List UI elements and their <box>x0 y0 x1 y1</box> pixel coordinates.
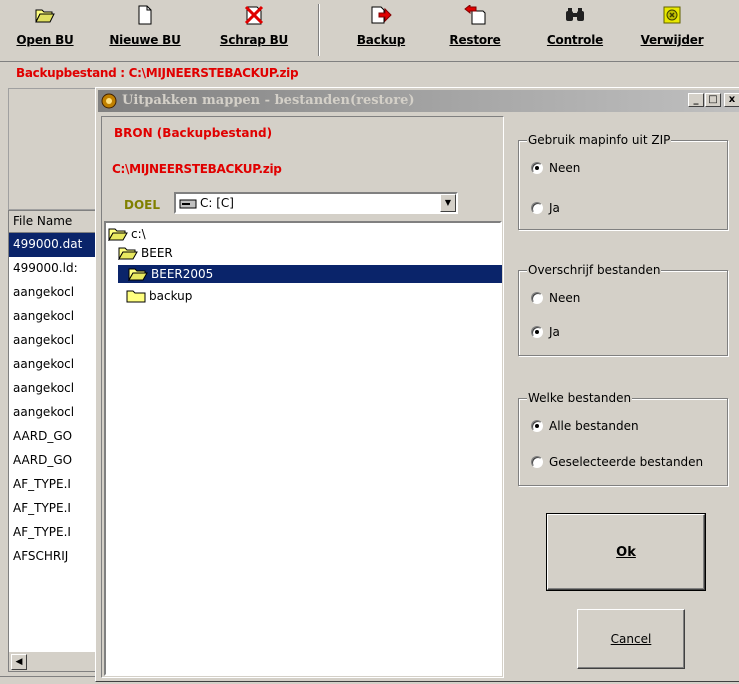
backup-arrow-icon <box>370 2 392 28</box>
background-panel <box>8 88 98 210</box>
file-list-row[interactable]: aangekocl <box>9 329 97 353</box>
folder-icon <box>126 290 146 303</box>
tree-item-beer2005[interactable]: BEER2005 <box>118 265 502 283</box>
open-bu-label: Open BU <box>16 33 74 47</box>
cancel-button[interactable]: Cancel <box>577 609 685 669</box>
radio-unselected-icon <box>531 456 543 468</box>
ok-label: Ok <box>616 544 636 560</box>
toolbar-separator <box>318 4 320 56</box>
file-list-row[interactable]: 499000.ld: <box>9 257 97 281</box>
open-bu-button[interactable]: Open BU <box>14 2 76 58</box>
backup-button[interactable]: Backup <box>350 2 412 58</box>
group-title: Overschrijf bestanden <box>527 263 662 277</box>
close-button[interactable]: x <box>724 93 739 107</box>
restore-button[interactable]: Restore <box>440 2 510 58</box>
toolbar: Open BU Nieuwe BU Schrap BU Backup Resto… <box>0 0 739 62</box>
horizontal-scrollbar[interactable]: ◀ <box>9 651 97 671</box>
delete-x-icon <box>243 2 265 28</box>
overwrite-files-group: Overschrijf bestanden Neen Ja <box>518 263 728 356</box>
source-path: C:\MIJNEERSTEBACKUP.zip <box>112 162 282 176</box>
restore-arrow-icon <box>464 2 486 28</box>
dropdown-arrow-icon[interactable]: ▼ <box>440 194 456 212</box>
folder-open-icon <box>118 247 138 260</box>
cancel-label: Cancel <box>610 632 652 646</box>
radio-unselected-icon <box>531 202 543 214</box>
dialog-titlebar[interactable]: Uitpakken mappen - bestanden(restore) _ … <box>98 90 739 112</box>
backup-label[interactable]: Backup <box>357 33 405 47</box>
file-list-row[interactable]: 499000.dat <box>9 233 97 257</box>
source-label: BRON (Backupbestand) <box>114 126 273 140</box>
radio-label: Geselecteerde bestanden <box>549 455 704 469</box>
tree-item-beer[interactable]: BEER <box>118 244 173 262</box>
radio-selected-icon <box>531 326 543 338</box>
selected-files-radio[interactable]: Geselecteerde bestanden <box>531 455 703 469</box>
new-document-icon <box>137 2 153 28</box>
radio-label: Ja <box>549 325 560 339</box>
tree-item-label: BEER2005 <box>151 267 214 281</box>
scroll-left-icon[interactable]: ◀ <box>11 654 27 670</box>
tree-item-label: BEER <box>141 246 173 260</box>
nieuwe-bu-button[interactable]: Nieuwe BU <box>109 2 181 58</box>
file-list[interactable]: File Name 499000.dat 499000.ld: aangekocl a… <box>8 210 98 672</box>
which-files-group: Welke bestanden Alle bestanden Geselecte… <box>518 391 728 486</box>
ok-button[interactable]: Ok <box>546 513 706 591</box>
dialog-title: Uitpakken mappen - bestanden(restore) <box>122 93 415 108</box>
tree-item-backup[interactable]: backup <box>126 287 192 305</box>
tree-item-label: backup <box>149 289 193 303</box>
overwrite-neen-radio[interactable]: Neen <box>531 291 580 305</box>
restore-dialog: Uitpakken mappen - bestanden(restore) _ … <box>95 87 739 682</box>
radio-label: Neen <box>549 291 581 305</box>
app-icon <box>101 93 117 109</box>
drive-value: C: [C] <box>200 196 234 210</box>
file-list-row[interactable]: AFSCHRIJ <box>9 545 97 569</box>
target-label: DOEL <box>124 198 161 212</box>
controle-label: Controle <box>546 33 604 47</box>
nieuwe-bu-label: Nieuwe BU <box>109 33 181 47</box>
group-title: Gebruik mapinfo uit ZIP <box>527 133 672 147</box>
file-list-row[interactable]: AF_TYPE.I <box>9 521 97 545</box>
radio-label: Alle bestanden <box>549 419 639 433</box>
radio-label: Neen <box>549 161 581 175</box>
file-list-row[interactable]: aangekocl <box>9 377 97 401</box>
file-list-row[interactable]: AARD_GO <box>9 449 97 473</box>
maximize-button[interactable]: □ <box>705 93 721 107</box>
file-list-row[interactable]: aangekocl <box>9 401 97 425</box>
file-list-row[interactable]: AARD_GO <box>9 425 97 449</box>
group-title: Welke bestanden <box>527 391 633 405</box>
use-mapinfo-group: Gebruik mapinfo uit ZIP Neen Ja <box>518 133 728 230</box>
verwijder-label: Verwijder <box>640 33 704 47</box>
source-target-panel: BRON (Backupbestand) C:\MIJNEERSTEBACKUP… <box>101 116 504 678</box>
controle-button[interactable]: Controle <box>540 2 610 58</box>
radio-selected-icon <box>531 420 543 432</box>
file-list-row[interactable]: aangekocl <box>9 305 97 329</box>
folder-open-icon <box>128 268 148 281</box>
drive-select[interactable]: C: [C] ▼ <box>174 192 458 214</box>
drive-icon <box>179 198 197 213</box>
file-list-row[interactable]: aangekocl <box>9 281 97 305</box>
remove-icon <box>662 2 682 28</box>
minimize-button[interactable]: _ <box>688 93 704 107</box>
radio-unselected-icon <box>531 292 543 304</box>
folder-open-icon <box>34 2 56 28</box>
mapinfo-neen-radio[interactable]: Neen <box>531 161 580 175</box>
all-files-radio[interactable]: Alle bestanden <box>531 419 639 433</box>
file-name-column-header[interactable]: File Name <box>9 211 97 233</box>
directory-tree[interactable]: c:\ BEER BEER2005 backup <box>104 221 502 676</box>
tree-item-root[interactable]: c:\ <box>108 225 146 243</box>
schrap-bu-button[interactable]: Schrap BU <box>214 2 294 58</box>
radio-selected-icon <box>531 162 543 174</box>
folder-open-icon <box>108 228 128 241</box>
file-list-row[interactable]: AF_TYPE.I <box>9 473 97 497</box>
verwijder-button[interactable]: Verwijder <box>632 2 712 58</box>
radio-label: Ja <box>549 201 560 215</box>
binoculars-icon <box>565 2 585 28</box>
file-list-row[interactable]: AF_TYPE.I <box>9 497 97 521</box>
restore-label: Restore <box>449 33 501 47</box>
file-list-row[interactable]: aangekocl <box>9 353 97 377</box>
overwrite-ja-radio[interactable]: Ja <box>531 325 560 339</box>
schrap-bu-label: Schrap BU <box>219 33 289 47</box>
mapinfo-ja-radio[interactable]: Ja <box>531 201 560 215</box>
tree-item-label: c:\ <box>131 227 146 241</box>
backup-file-path: Backupbestand : C:\MIJNEERSTEBACKUP.zip <box>16 66 299 80</box>
